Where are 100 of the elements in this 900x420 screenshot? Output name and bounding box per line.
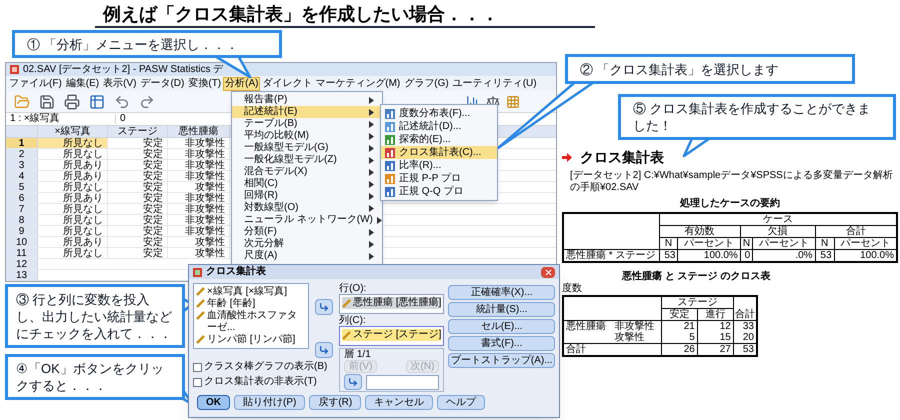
column-header: パーセント bbox=[834, 238, 897, 250]
table-cell: 非攻撃性 bbox=[168, 215, 230, 225]
dialog-button[interactable]: 正確確率(X)... bbox=[448, 285, 555, 300]
column-header: パーセント bbox=[752, 238, 816, 250]
table-cell: 所見なし bbox=[38, 226, 108, 236]
menu-item[interactable]: 対数線型(O) bbox=[232, 202, 382, 214]
menu-item[interactable]: 正規 Q-Q プロ bbox=[381, 185, 497, 198]
menu-item[interactable]: 記述統計(D)... bbox=[381, 120, 497, 133]
menu-item[interactable]: 混合モデル(X) bbox=[232, 166, 382, 178]
column-header[interactable]: ステージ bbox=[108, 126, 168, 137]
menu-item[interactable]: 記述統計(E) bbox=[232, 106, 382, 118]
row-number[interactable]: 9 bbox=[6, 226, 38, 236]
list-item[interactable]: 血清酸性ホスファターゼ... bbox=[196, 310, 306, 334]
menu-item[interactable]: 探索的(E)... bbox=[381, 133, 497, 146]
table-title: 処理したケースの要約 bbox=[680, 198, 780, 210]
row-number[interactable]: 11 bbox=[6, 248, 38, 258]
menu-item[interactable]: ニューラル ネットワーク(W) bbox=[232, 214, 382, 226]
dialog-button[interactable]: 戻す(R) bbox=[309, 395, 362, 410]
menu-item[interactable]: 報告書(P) bbox=[232, 94, 382, 106]
dialog-button[interactable]: セル(E)... bbox=[448, 319, 555, 334]
column-header[interactable]: ×線写真 bbox=[38, 126, 108, 137]
table-note: 度数 bbox=[562, 283, 583, 295]
row-number[interactable]: 2 bbox=[6, 149, 38, 159]
dialog-button[interactable]: ヘルプ bbox=[437, 395, 486, 410]
callout-text: ② 「クロス集計表」を選択します bbox=[580, 60, 779, 78]
row-number[interactable]: 3 bbox=[6, 160, 38, 170]
menu-item[interactable]: 編集(E) bbox=[64, 76, 102, 90]
column-header[interactable]: 悪性腫瘍 bbox=[168, 126, 230, 137]
dialog-button[interactable]: OK bbox=[197, 395, 230, 410]
table-cell: 非攻撃性 bbox=[168, 204, 230, 214]
column-header: 合計 bbox=[815, 226, 897, 238]
row-number[interactable]: 12 bbox=[6, 259, 38, 269]
row-header: 非攻撃性 bbox=[612, 320, 662, 332]
checkbox-label: クロス集計表の非表示(T) bbox=[204, 376, 317, 388]
row-number[interactable]: 4 bbox=[6, 171, 38, 181]
menu-item[interactable]: 比率(R)... bbox=[381, 159, 497, 172]
row-number[interactable]: 7 bbox=[6, 204, 38, 214]
dialog-button[interactable]: 統計量(S)... bbox=[448, 302, 555, 317]
dialog-button[interactable]: ブートストラップ(A)... bbox=[448, 353, 555, 368]
table-cell: 安定 bbox=[108, 160, 168, 170]
table-cell: 非攻撃性 bbox=[168, 226, 230, 236]
list-item[interactable]: ×線写真 [×線写真] bbox=[196, 286, 306, 298]
menu-item[interactable]: 回帰(R) bbox=[232, 190, 382, 202]
table-cell: 所見なし bbox=[38, 215, 108, 225]
column-header: 欠損 bbox=[740, 226, 816, 238]
table-cell: 非攻撃性 bbox=[168, 149, 230, 159]
dataset-path: [データセット2] C:¥What¥sampleデータ¥SPSSによる多変量データ解析の手順¥02.SAV bbox=[570, 170, 894, 194]
list-item[interactable]: 年齢 [年齢] bbox=[196, 298, 306, 310]
menu-item[interactable]: テーブル(B) bbox=[232, 118, 382, 130]
menu-item[interactable]: 次元分解 bbox=[232, 238, 382, 250]
row-number[interactable]: 10 bbox=[6, 237, 38, 247]
table-cell: 所見あり bbox=[38, 160, 108, 170]
row-number[interactable]: 8 bbox=[6, 215, 38, 225]
field-label: 列(C): bbox=[339, 315, 367, 326]
table-title: 悪性腫瘍 と ステージ のクロス表 bbox=[622, 271, 772, 283]
menu-item[interactable]: グラフ(G) bbox=[402, 76, 451, 90]
menu-item[interactable]: 平均の比較(M) bbox=[232, 130, 382, 142]
group-label: 層 1/1 bbox=[344, 349, 372, 360]
dialog-button[interactable]: 書式(F)... bbox=[448, 336, 555, 351]
menu-item[interactable]: 分析(A) bbox=[223, 76, 260, 90]
menu-item[interactable]: 相関(C) bbox=[232, 178, 382, 190]
dialog-button[interactable]: キャンセル bbox=[365, 395, 434, 410]
row-number[interactable]: 6 bbox=[6, 193, 38, 203]
dialog-button[interactable]: 貼り付け(P) bbox=[234, 395, 306, 410]
table-cell: 所見なし bbox=[38, 182, 108, 192]
dialog-title: クロス集計表 bbox=[206, 267, 266, 277]
menu-item[interactable]: クロス集計表(C)... bbox=[381, 146, 497, 159]
window-title: 02.SAV [データセット2] - PASW Statistics デ bbox=[23, 64, 224, 74]
list-item[interactable]: リンパ節 [リンパ節] bbox=[196, 334, 306, 346]
field-label: 行(O): bbox=[339, 283, 368, 294]
row-number[interactable]: 1 bbox=[6, 138, 38, 148]
table-cell: 非攻撃性 bbox=[168, 193, 230, 203]
menu-item[interactable]: 正規 P-P プロ bbox=[381, 172, 497, 185]
table-cell: 5 bbox=[661, 332, 698, 344]
table-cell: 非攻撃性 bbox=[168, 160, 230, 170]
menu-item[interactable]: 度数分布表(F)... bbox=[381, 107, 497, 120]
cell-name: 1 : ×線写真 bbox=[6, 114, 116, 124]
menu-item[interactable]: 変換(T) bbox=[186, 76, 224, 90]
table-cell: 33 bbox=[733, 320, 757, 332]
table-cell: 21 bbox=[661, 320, 698, 332]
menu-item[interactable]: 一般線型モデル(G) bbox=[232, 142, 382, 154]
row-header: 攻撃性 bbox=[612, 332, 662, 344]
menu-item[interactable]: ユーティリティ(U) bbox=[450, 76, 539, 90]
row-header: 悪性腫瘍 bbox=[563, 320, 612, 344]
row-number[interactable]: 5 bbox=[6, 182, 38, 192]
menu-item[interactable]: 分類(F) bbox=[232, 226, 382, 238]
menu-item[interactable]: データ(D) bbox=[138, 76, 186, 90]
table-cell: 安定 bbox=[108, 204, 168, 214]
menu-item[interactable]: 表示(V) bbox=[101, 76, 138, 90]
menu-item[interactable]: 尺度(A) bbox=[232, 250, 382, 262]
menu-item[interactable]: 一般化線型モデル(Z) bbox=[232, 154, 382, 166]
table-cell: 非攻撃性 bbox=[168, 171, 230, 181]
menu-item[interactable]: ファイル(F) bbox=[7, 76, 64, 90]
cell-value: 0 bbox=[119, 114, 127, 124]
menu-item[interactable]: ダイレクト マーケティング(M) bbox=[260, 76, 402, 90]
row-number[interactable]: 13 bbox=[6, 270, 38, 280]
list-item[interactable]: 悪性腫瘍 [悪性腫瘍] bbox=[342, 297, 442, 309]
table-cell: 15 bbox=[697, 332, 734, 344]
table-cell: 攻撃性 bbox=[168, 248, 230, 258]
list-item[interactable]: ステージ [ステージ] bbox=[342, 329, 442, 341]
